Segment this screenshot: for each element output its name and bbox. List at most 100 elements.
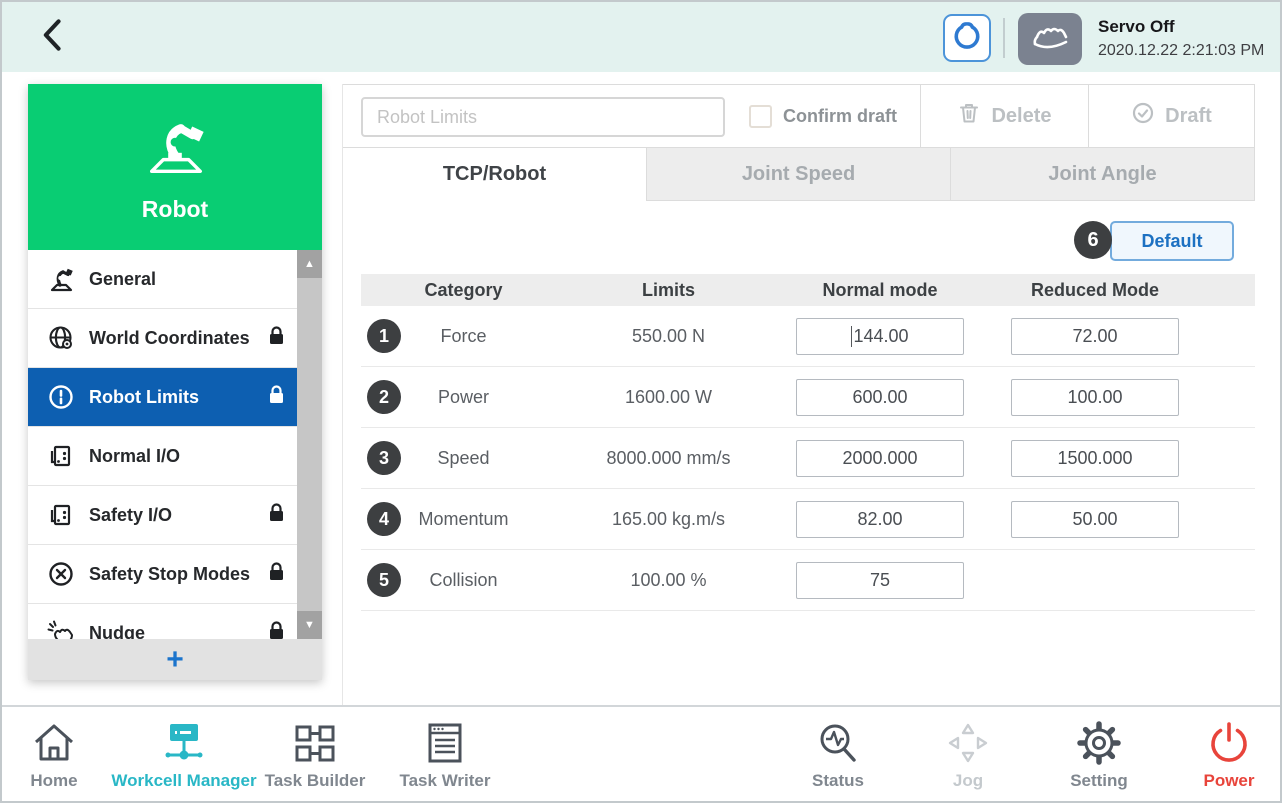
panel-toolbar: Confirm draft Delete — [343, 84, 1255, 148]
nav-label: Setting — [1070, 771, 1128, 791]
nav-label: Status — [812, 771, 864, 791]
lock-icon — [267, 325, 286, 351]
robot-arm-icon — [136, 111, 214, 186]
back-button[interactable] — [32, 15, 76, 59]
servo-status-text: Servo Off — [1098, 17, 1264, 37]
sidebar-item-general[interactable]: General — [28, 250, 322, 309]
delete-button-label: Delete — [991, 105, 1051, 128]
globe-icon — [46, 324, 76, 352]
robot-limits-panel: Confirm draft Delete — [342, 84, 1254, 705]
tab-joint-angle[interactable]: Joint Angle — [951, 148, 1255, 201]
callout-badge-6: 6 — [1074, 221, 1112, 259]
tab-label: Joint Angle — [1048, 163, 1156, 186]
callout-badge-1: 1 — [367, 319, 401, 353]
check-circle-icon — [1131, 101, 1155, 131]
callout-badge-4: 4 — [367, 502, 401, 536]
sidebar-item-label: Safety I/O — [89, 505, 172, 526]
hand-icon — [1028, 19, 1072, 60]
nav-label: Home — [30, 771, 77, 791]
io-icon — [46, 442, 76, 470]
tab-tcp-robot[interactable]: TCP/Robot — [343, 148, 647, 201]
add-workcell-item-button[interactable]: + — [28, 639, 322, 680]
nav-task-writer[interactable]: Task Writer — [360, 717, 530, 801]
limits-name-input[interactable] — [361, 97, 725, 137]
col-header-category: Category — [361, 280, 566, 301]
back-chevron-icon — [34, 15, 74, 60]
task-writer-icon — [421, 717, 469, 767]
table-row-momentum: 4 Momentum 165.00 kg.m/s 82.00 50.00 — [361, 489, 1255, 550]
force-normal-input[interactable]: 144.00 — [796, 318, 964, 355]
callout-badge-2: 2 — [367, 380, 401, 414]
task-builder-icon — [291, 717, 339, 767]
robot-general-icon — [46, 265, 76, 293]
col-header-limits: Limits — [566, 280, 771, 301]
hand-guide-tile[interactable] — [1018, 13, 1082, 65]
io-icon — [46, 501, 76, 529]
table-row-speed: 3 Speed 8000.000 mm/s 2000.000 1500.000 — [361, 428, 1255, 489]
col-header-normal-mode: Normal mode — [771, 280, 989, 301]
callout-badge-3: 3 — [367, 441, 401, 475]
tab-label: Joint Speed — [742, 163, 855, 186]
default-button-label: Default — [1141, 231, 1202, 252]
power-normal-input[interactable]: 600.00 — [796, 379, 964, 416]
sidebar-item-label: Robot Limits — [89, 387, 199, 408]
momentum-reduced-input[interactable]: 50.00 — [1011, 501, 1179, 538]
draft-button-label: Draft — [1165, 105, 1212, 128]
lock-icon — [267, 502, 286, 528]
limit-cell: 165.00 kg.m/s — [566, 509, 771, 530]
home-icon — [30, 717, 78, 767]
sidebar-scrollbar[interactable]: ▲ ▼ — [297, 250, 322, 639]
jog-dpad-icon — [944, 717, 992, 767]
trash-icon — [957, 101, 981, 131]
confirm-draft-label: Confirm draft — [783, 106, 897, 127]
tab-joint-speed[interactable]: Joint Speed — [647, 148, 951, 201]
speed-normal-input[interactable]: 2000.000 — [796, 440, 964, 477]
top-bar: Servo Off 2020.12.22 2:21:03 PM — [2, 2, 1280, 72]
nav-label: Task Writer — [399, 771, 490, 791]
limit-cell: 8000.000 mm/s — [566, 448, 771, 469]
momentum-normal-input[interactable]: 82.00 — [796, 501, 964, 538]
datetime-text: 2020.12.22 2:21:03 PM — [1098, 42, 1264, 60]
draft-button[interactable]: Draft — [1088, 85, 1254, 147]
scroll-down-icon[interactable]: ▼ — [297, 611, 322, 639]
gripper-icon — [950, 19, 984, 58]
limit-cell: 550.00 N — [566, 326, 771, 347]
sidebar-item-normal-io[interactable]: Normal I/O — [28, 427, 322, 486]
workcell-sidebar: Robot General — [28, 84, 322, 680]
confirm-draft-checkbox[interactable] — [749, 105, 772, 128]
bottom-nav: Home Workcell Manager — [2, 705, 1282, 803]
default-button[interactable]: Default — [1110, 221, 1234, 261]
nav-label: Power — [1203, 771, 1254, 791]
lock-icon — [267, 561, 286, 587]
text-caret — [851, 326, 852, 347]
nav-label: Task Builder — [265, 771, 366, 791]
gear-icon — [1075, 717, 1123, 767]
limit-cell: 1600.00 W — [566, 387, 771, 408]
sidebar-item-safety-stop-modes[interactable]: Safety Stop Modes — [28, 545, 322, 604]
gripper-button[interactable] — [943, 14, 991, 62]
limits-tabs: TCP/Robot Joint Speed Joint Angle — [343, 148, 1255, 201]
tab-label: TCP/Robot — [443, 163, 546, 186]
sidebar-item-safety-io[interactable]: Safety I/O — [28, 486, 322, 545]
nav-power[interactable]: Power — [1144, 717, 1282, 801]
power-icon — [1205, 717, 1253, 767]
limit-cell: 100.00 % — [566, 570, 771, 591]
scroll-up-icon[interactable]: ▲ — [297, 250, 322, 278]
lock-icon — [267, 384, 286, 410]
sidebar-header-robot[interactable]: Robot — [28, 84, 322, 250]
nav-label: Jog — [953, 771, 983, 791]
collision-normal-input[interactable]: 75 — [796, 562, 964, 599]
sidebar-item-label: Normal I/O — [89, 446, 180, 467]
plus-icon: + — [166, 645, 184, 675]
delete-button[interactable]: Delete — [920, 85, 1088, 147]
sidebar-title: Robot — [142, 196, 208, 223]
sidebar-item-robot-limits[interactable]: Robot Limits — [28, 368, 322, 427]
power-reduced-input[interactable]: 100.00 — [1011, 379, 1179, 416]
robot-limits-icon — [46, 383, 76, 411]
sidebar-item-world-coordinates[interactable]: World Coordinates — [28, 309, 322, 368]
table-header-row: Category Limits Normal mode Reduced Mode — [361, 274, 1255, 306]
sidebar-item-label: Safety Stop Modes — [89, 564, 250, 585]
speed-reduced-input[interactable]: 1500.000 — [1011, 440, 1179, 477]
force-reduced-input[interactable]: 72.00 — [1011, 318, 1179, 355]
topbar-divider — [1003, 18, 1005, 58]
